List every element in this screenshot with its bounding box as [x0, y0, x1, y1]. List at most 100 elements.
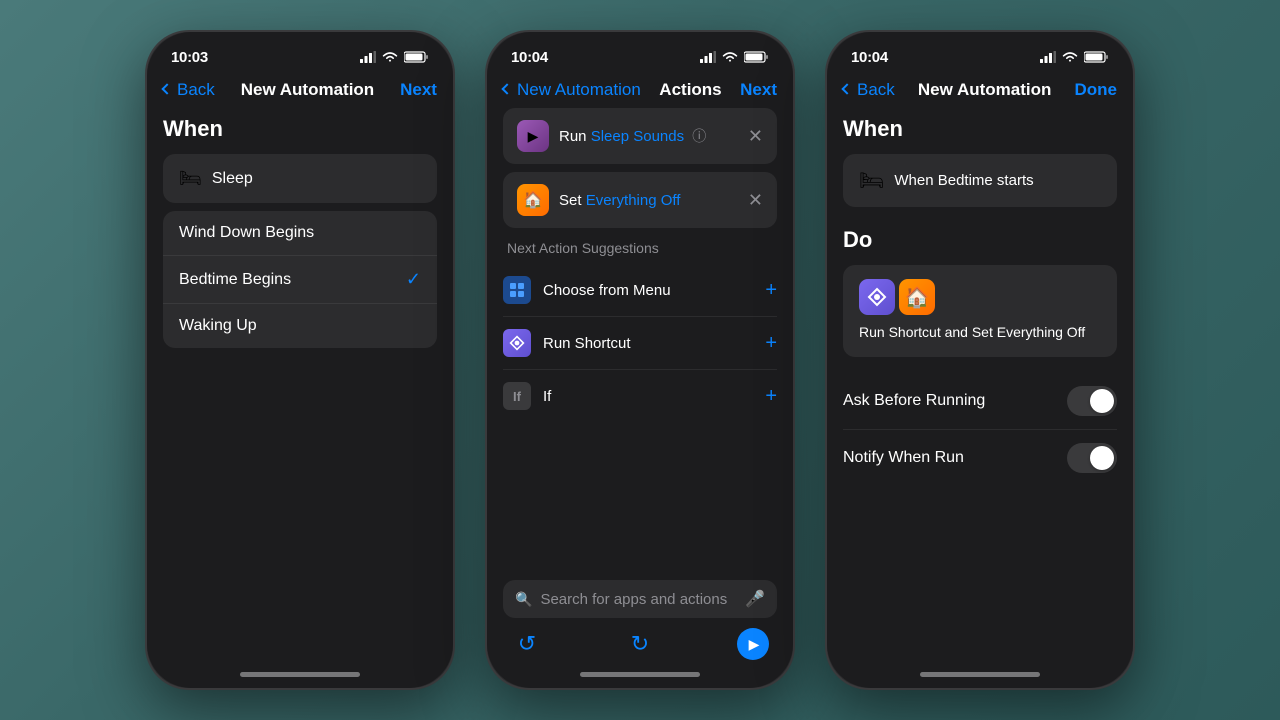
- option-label-bedtime: Bedtime Begins: [179, 271, 291, 289]
- home-indicator-1: [147, 660, 453, 688]
- toggle-switch-notify[interactable]: [1067, 443, 1117, 473]
- action-label-set: Set Everything Off: [559, 192, 738, 209]
- when-title-1: When: [163, 116, 437, 142]
- when-card[interactable]: 🛏 When Bedtime starts: [843, 154, 1117, 207]
- selected-option-1[interactable]: 🛏 Sleep: [163, 154, 437, 203]
- suggestion-left-1: Choose from Menu: [503, 276, 671, 304]
- status-time-1: 10:03: [171, 49, 208, 66]
- shortcuts-do-icon: [859, 279, 895, 315]
- add-choose-icon[interactable]: +: [765, 279, 777, 302]
- do-icons-row: 🏠: [859, 279, 1101, 315]
- if-icon: If: [503, 382, 531, 410]
- undo-button[interactable]: ↺: [511, 628, 543, 660]
- suggestion-if[interactable]: If If +: [503, 370, 777, 422]
- status-icons-2: [700, 51, 769, 63]
- nav-title-3: New Automation: [918, 80, 1051, 100]
- action-set-everything-off[interactable]: 🏠 Set Everything Off ✕: [503, 172, 777, 228]
- option-waking[interactable]: Waking Up: [163, 304, 437, 348]
- option-bedtime[interactable]: Bedtime Begins ✓: [163, 256, 437, 304]
- home-emoji: 🏠: [905, 285, 930, 310]
- done-button-3[interactable]: Done: [1075, 80, 1118, 100]
- suggestion-choose-from-menu[interactable]: Choose from Menu +: [503, 264, 777, 317]
- wifi-icon-2: [722, 51, 738, 63]
- sleep-label: Sleep: [212, 170, 253, 188]
- suggestion-label-run: Run Shortcut: [543, 335, 631, 352]
- nav-title-2: Actions: [659, 80, 721, 100]
- signal-icon: [360, 51, 376, 63]
- shortcuts-svg: [509, 335, 525, 351]
- suggestion-left-2: Run Shortcut: [503, 329, 631, 357]
- status-icons-1: [360, 51, 429, 63]
- home-do-icon: 🏠: [899, 279, 935, 315]
- play-button[interactable]: ▶: [737, 628, 769, 660]
- choose-menu-icon: [503, 276, 531, 304]
- battery-icon-2: [744, 51, 769, 63]
- search-placeholder: Search for apps and actions: [540, 591, 737, 608]
- option-wind-down[interactable]: Wind Down Begins: [163, 211, 437, 256]
- toggles-section: Ask Before Running Notify When Run: [843, 373, 1117, 486]
- next-button-1[interactable]: Next: [400, 80, 437, 100]
- options-list-1: Wind Down Begins Bedtime Begins ✓ Waking…: [163, 211, 437, 348]
- battery-icon: [404, 51, 429, 63]
- option-label-wind-down: Wind Down Begins: [179, 224, 314, 242]
- do-description: Run Shortcut and Set Everything Off: [859, 323, 1101, 343]
- mic-icon[interactable]: 🎤: [745, 589, 765, 609]
- chevron-left-icon: [161, 83, 172, 94]
- play-icon: ▶: [749, 636, 760, 653]
- suggestion-label-if: If: [543, 388, 551, 405]
- status-bar-1: 10:03: [147, 32, 453, 76]
- signal-icon-2: [700, 51, 716, 63]
- do-section-title: Do: [843, 227, 1117, 253]
- action-icon-set: 🏠: [517, 184, 549, 216]
- back-button-1[interactable]: Back: [163, 80, 215, 100]
- shortcuts-svg-3: [867, 287, 887, 307]
- home-indicator-2: [487, 660, 793, 688]
- when-bed-icon: 🛏: [859, 168, 884, 193]
- status-time-3: 10:04: [851, 49, 888, 66]
- home-bar-3: [920, 672, 1040, 677]
- wifi-icon: [382, 51, 398, 63]
- when-section-title: When: [843, 116, 1117, 142]
- home-bar-2: [580, 672, 700, 677]
- wifi-icon-3: [1062, 51, 1078, 63]
- if-label: If: [513, 389, 521, 404]
- back-button-2[interactable]: New Automation: [503, 80, 641, 100]
- status-icons-3: [1040, 51, 1109, 63]
- screen-content-2: ▶ Run Sleep Sounds ⓘ ✕ 🏠 Set Everything …: [487, 108, 793, 580]
- dismiss-icon-2[interactable]: ✕: [748, 190, 763, 211]
- suggestion-run-shortcut[interactable]: Run Shortcut +: [503, 317, 777, 370]
- do-card[interactable]: 🏠 Run Shortcut and Set Everything Off: [843, 265, 1117, 357]
- next-button-2[interactable]: Next: [740, 80, 777, 100]
- action-icon-run: ▶: [517, 120, 549, 152]
- toggle-ask-before: Ask Before Running: [843, 373, 1117, 430]
- nav-bar-3: Back New Automation Done: [827, 76, 1133, 108]
- search-bar[interactable]: 🔍 Search for apps and actions 🎤: [503, 580, 777, 618]
- toggle-label-notify: Notify When Run: [843, 449, 964, 467]
- add-if-icon[interactable]: +: [765, 385, 777, 408]
- chevron-left-icon-3: [841, 83, 852, 94]
- grid-icon: [509, 282, 525, 298]
- add-run-icon[interactable]: +: [765, 332, 777, 355]
- dismiss-icon-1[interactable]: ✕: [748, 126, 763, 147]
- suggestions-list: Choose from Menu + Run Shortcut: [503, 264, 777, 422]
- action-highlight-everything-off: Everything Off: [586, 192, 681, 209]
- home-bar-1: [240, 672, 360, 677]
- suggestions-title: Next Action Suggestions: [503, 240, 777, 256]
- suggestion-left-3: If If: [503, 382, 551, 410]
- toggle-label-ask: Ask Before Running: [843, 392, 985, 410]
- redo-button[interactable]: ↻: [624, 628, 656, 660]
- battery-icon-3: [1084, 51, 1109, 63]
- action-run-sleep-sounds[interactable]: ▶ Run Sleep Sounds ⓘ ✕: [503, 108, 777, 164]
- when-text: When Bedtime starts: [894, 172, 1033, 189]
- nav-title-1: New Automation: [241, 80, 374, 100]
- when-section: When 🛏 When Bedtime starts: [843, 116, 1117, 207]
- toggle-switch-ask[interactable]: [1067, 386, 1117, 416]
- toggle-knob-notify: [1090, 446, 1114, 470]
- option-label-waking: Waking Up: [179, 317, 257, 335]
- checkmark-icon: ✓: [406, 269, 421, 290]
- nav-bar-2: New Automation Actions Next: [487, 76, 793, 108]
- toggle-knob-ask: [1090, 389, 1114, 413]
- screen-content-1: When 🛏 Sleep Wind Down Begins Bedtime Be…: [147, 108, 453, 660]
- phone-2: 10:04: [485, 30, 795, 690]
- back-button-3[interactable]: Back: [843, 80, 895, 100]
